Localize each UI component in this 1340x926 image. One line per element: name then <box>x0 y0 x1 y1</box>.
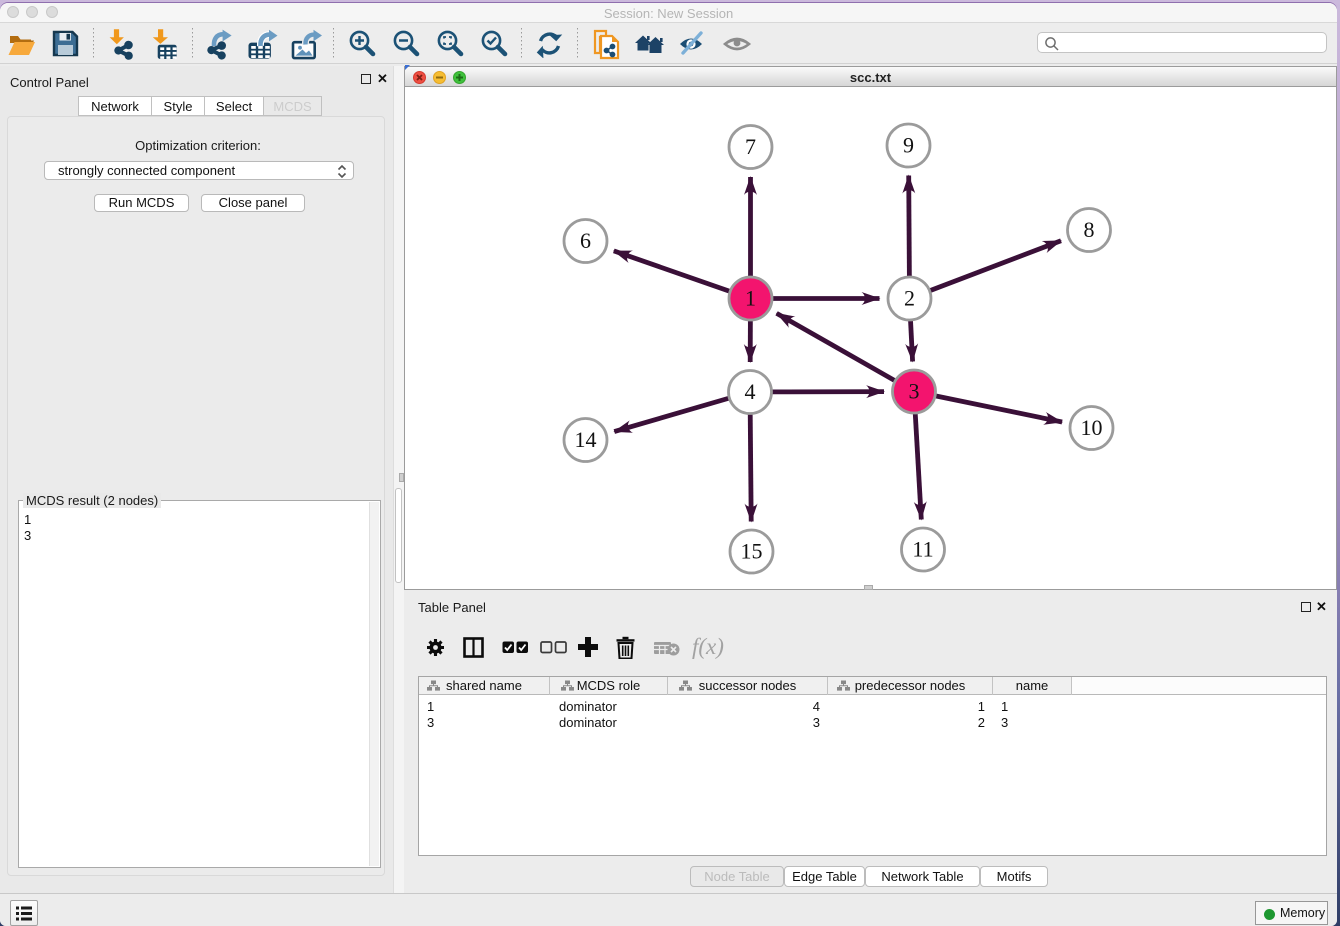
svg-text:14: 14 <box>575 427 597 452</box>
svg-text:1: 1 <box>745 286 756 311</box>
svg-text:8: 8 <box>1084 217 1095 242</box>
svg-text:4: 4 <box>745 379 756 404</box>
svg-text:10: 10 <box>1081 415 1103 440</box>
svg-text:15: 15 <box>741 539 763 564</box>
svg-text:3: 3 <box>909 379 920 404</box>
svg-text:11: 11 <box>912 537 933 562</box>
svg-text:6: 6 <box>580 228 591 253</box>
svg-text:7: 7 <box>745 134 756 159</box>
svg-text:2: 2 <box>904 286 915 311</box>
svg-text:9: 9 <box>903 133 914 158</box>
